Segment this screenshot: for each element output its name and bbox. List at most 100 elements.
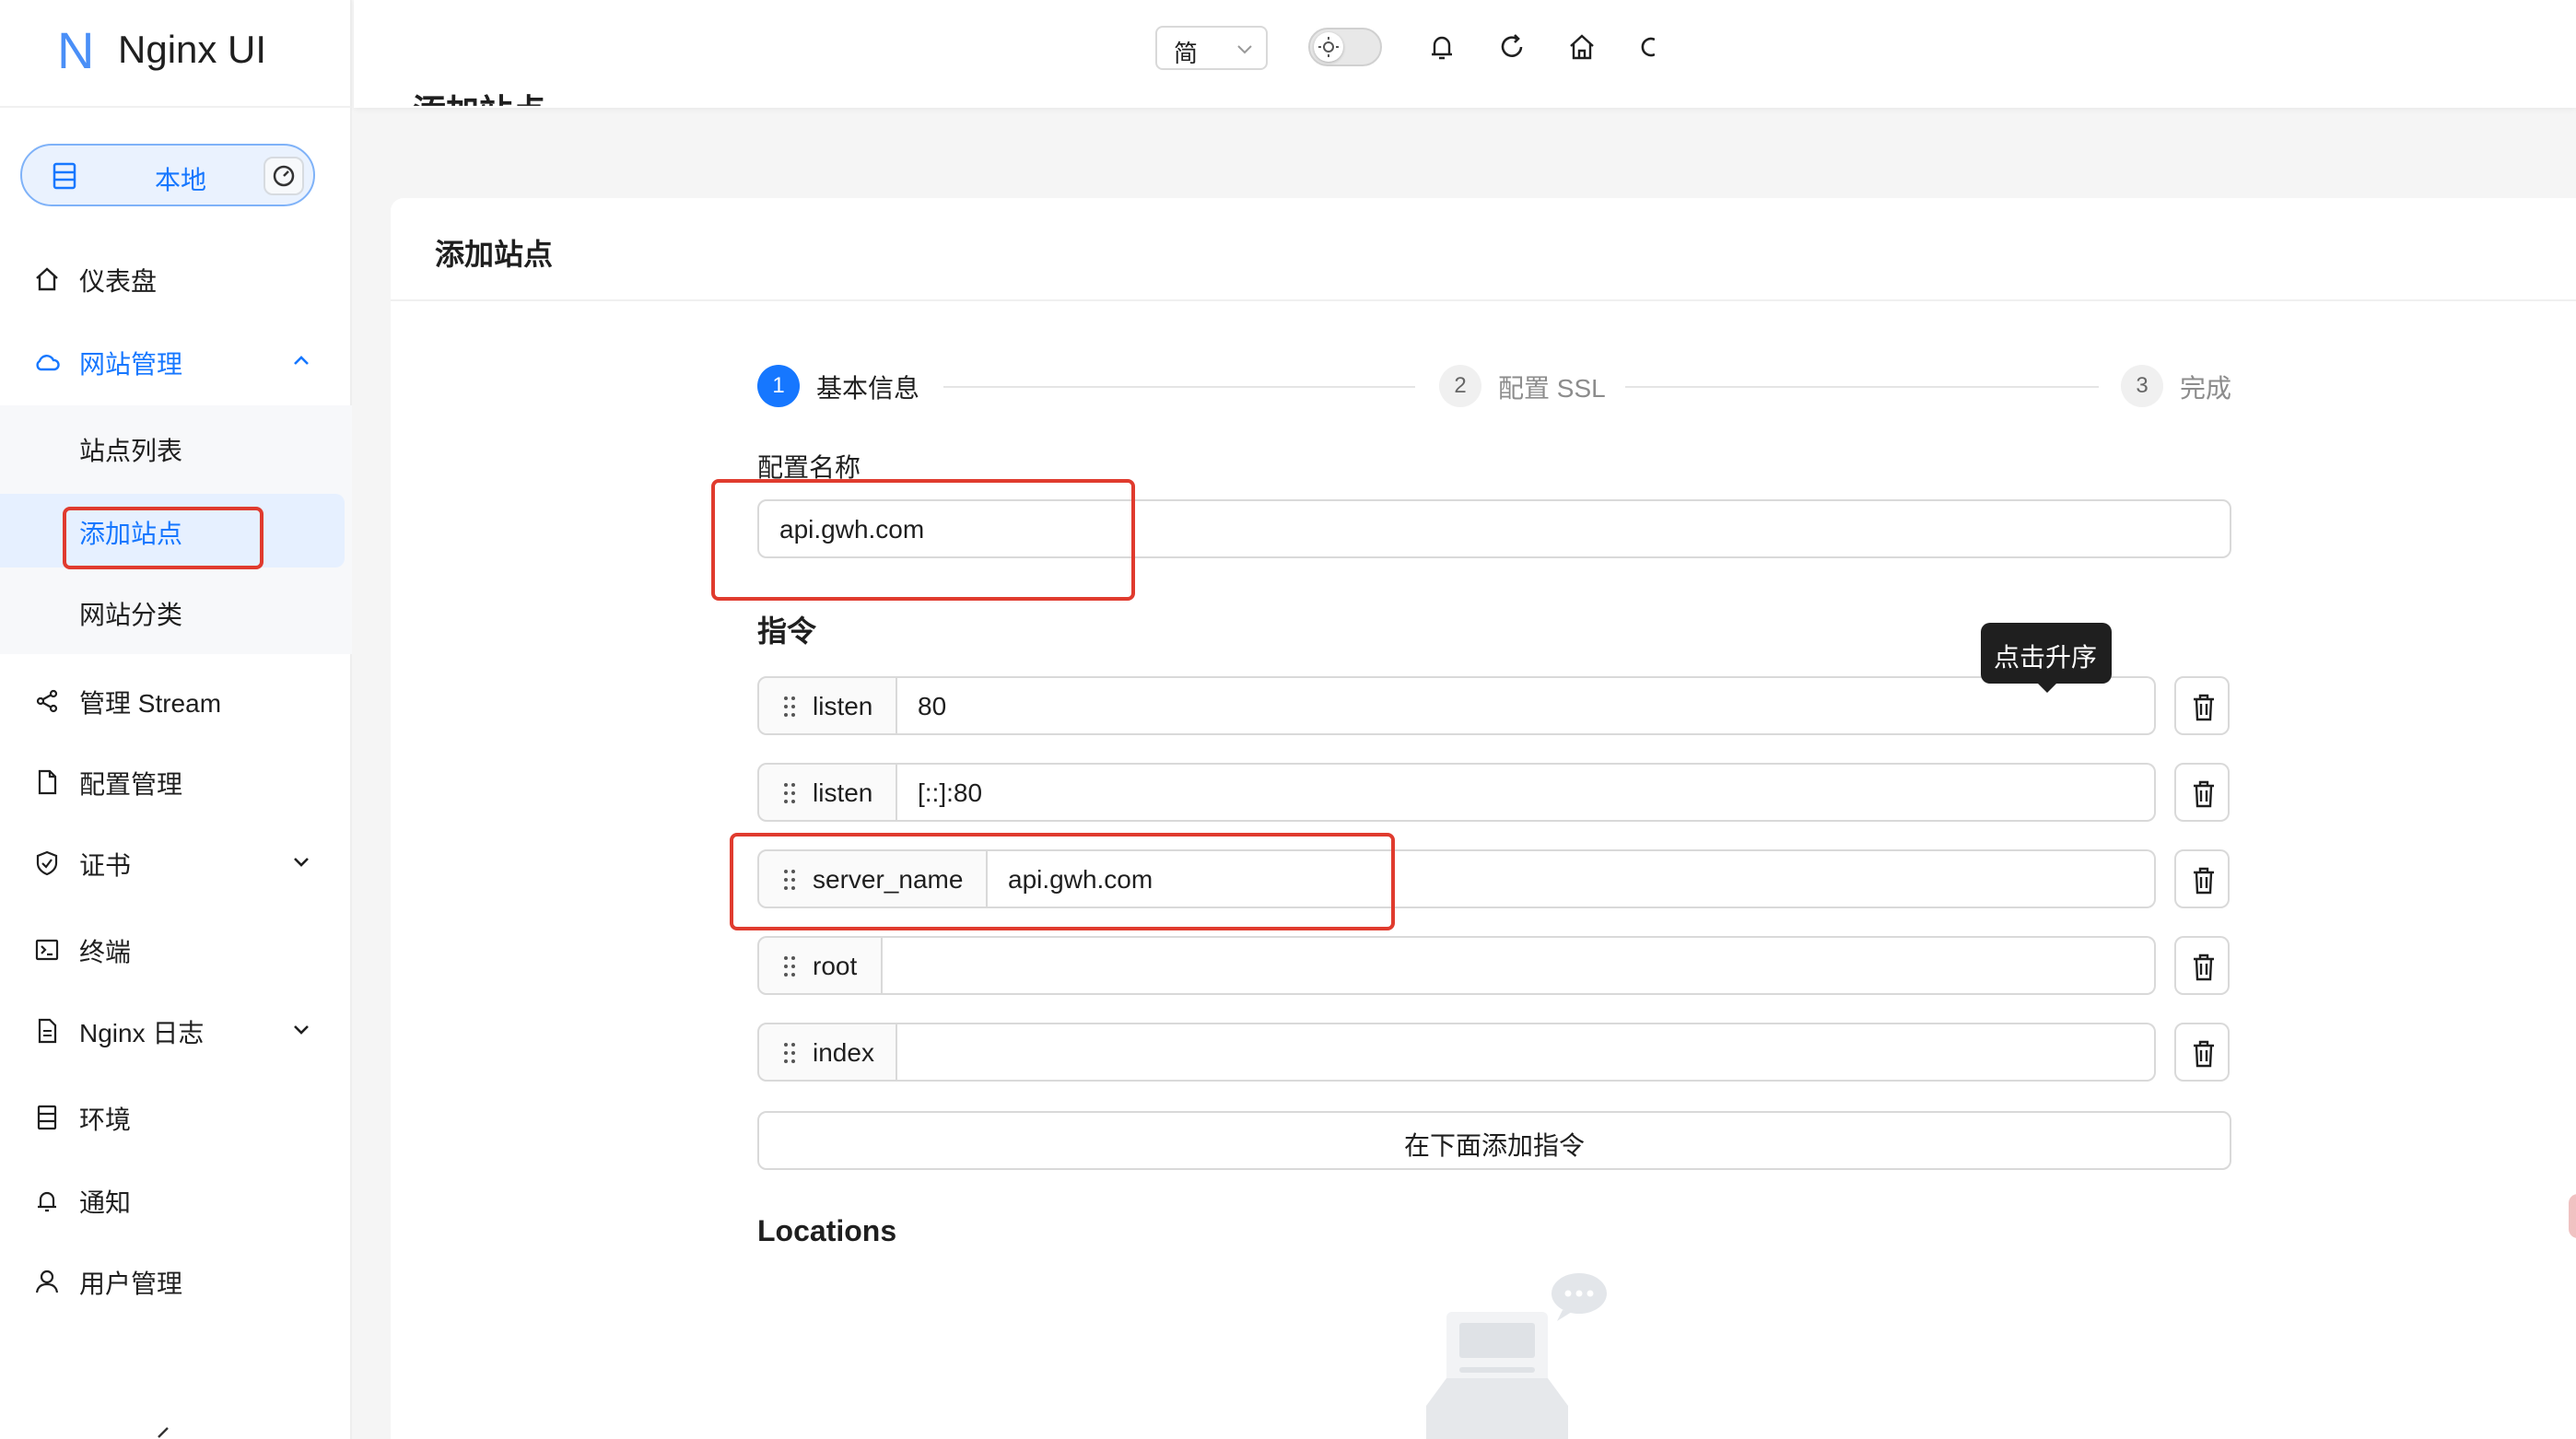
drag-handle-icon[interactable]	[783, 779, 796, 807]
step-3-indicator: 3	[2121, 365, 2163, 407]
sidebar-item-site-category[interactable]: 网站分类	[0, 575, 352, 649]
user-icon	[35, 1269, 59, 1293]
delete-directive-button[interactable]	[2174, 849, 2230, 908]
sidebar-item-label: 站点列表	[79, 437, 183, 465]
sidebar-item-label: 管理 Stream	[79, 689, 222, 718]
directive-value-input[interactable]	[883, 936, 2156, 995]
language-select[interactable]: 简	[1155, 26, 1268, 70]
chevron-up-icon	[294, 356, 309, 365]
top-header: 添加站点 简	[354, 0, 2576, 108]
sidebar-item-label: 证书	[79, 851, 132, 880]
trash-icon	[2194, 953, 2214, 981]
trash-icon	[2194, 694, 2214, 721]
sidebar-item-stream[interactable]: 管理 Stream	[0, 663, 352, 737]
directive-name-addon[interactable]: index	[757, 1023, 897, 1082]
sidebar-item-nginx-log[interactable]: Nginx 日志	[0, 993, 352, 1067]
trash-icon	[2194, 1040, 2214, 1068]
delete-directive-button[interactable]	[2174, 936, 2230, 995]
delete-directive-button[interactable]	[2174, 676, 2230, 735]
sidebar-item-site-management[interactable]: 网站管理	[0, 324, 352, 398]
theme-toggle[interactable]	[1308, 28, 1382, 66]
step-2-indicator: 2	[1439, 365, 1481, 407]
trash-icon	[2194, 780, 2214, 808]
sidebar-item-dashboard[interactable]: 仪表盘	[0, 241, 352, 315]
directive-row: listen [::]:80	[757, 763, 2230, 822]
directive-name-addon[interactable]: listen	[757, 763, 897, 822]
highlight-box-add-site	[63, 507, 263, 569]
sun-icon	[1318, 37, 1339, 57]
locations-title: Locations	[757, 1214, 897, 1247]
empty-inbox-icon	[1426, 1273, 1607, 1439]
chevron-down-icon	[294, 1025, 309, 1035]
sidebar-item-terminal[interactable]: 终端	[0, 912, 352, 986]
shield-icon	[36, 850, 58, 876]
card-title: 添加站点	[435, 238, 554, 271]
app-title: Nginx UI	[118, 28, 267, 71]
drag-handle-icon[interactable]	[783, 693, 796, 720]
add-directive-button[interactable]: 在下面添加指令	[757, 1111, 2231, 1170]
log-file-icon	[38, 1018, 57, 1044]
sidebar-item-site-list[interactable]: 站点列表	[0, 411, 352, 485]
home-icon	[36, 267, 58, 291]
drag-handle-icon[interactable]	[783, 1039, 796, 1067]
sidebar-item-notification[interactable]: 通知	[0, 1163, 352, 1236]
drag-handle-icon[interactable]	[783, 953, 796, 980]
chevron-down-icon	[294, 858, 309, 867]
directive-name-addon[interactable]: listen	[757, 676, 897, 735]
server-icon	[37, 1105, 57, 1130]
app-logo[interactable]: N Nginx UI	[0, 0, 352, 108]
directive-row: root	[757, 936, 2230, 995]
sidebar-item-environment[interactable]: 环境	[0, 1080, 352, 1153]
sidebar-item-label: Nginx 日志	[79, 1019, 205, 1047]
sidebar: N Nginx UI 本地 仪表盘 网站管理 站点列表 添加站点 网站分类 管理…	[0, 0, 352, 1439]
logout-icon[interactable]	[1636, 31, 1655, 63]
collapse-sidebar-icon[interactable]	[155, 1426, 175, 1439]
step-connector	[943, 386, 1415, 388]
step-1-label: 基本信息	[816, 374, 920, 403]
theme-toggle-knob	[1314, 32, 1343, 62]
database-icon	[53, 162, 76, 190]
add-directive-label: 在下面添加指令	[1403, 1131, 1585, 1160]
sidebar-item-label: 仪表盘	[79, 267, 158, 296]
sidebar-item-config[interactable]: 配置管理	[0, 744, 352, 818]
directive-row: index	[757, 1023, 2230, 1082]
directive-value-input[interactable]: [::]:80	[897, 763, 2156, 822]
sidebar-item-label: 网站管理	[79, 350, 183, 379]
sidebar-item-label: 网站分类	[79, 601, 183, 629]
tooltip-arrow	[2036, 682, 2058, 693]
environment-selector[interactable]: 本地	[20, 144, 315, 206]
directive-name-addon[interactable]: root	[757, 936, 883, 995]
dashboard-gauge-icon[interactable]	[263, 157, 304, 195]
bell-icon	[38, 1191, 56, 1212]
tooltip-text: 点击升序	[1994, 643, 2098, 672]
directive-row: listen 80	[757, 676, 2230, 735]
delete-directive-button[interactable]	[2174, 1023, 2230, 1082]
sidebar-item-label: 环境	[79, 1106, 132, 1134]
directive-value: [::]:80	[918, 778, 983, 807]
directive-name: listen	[813, 692, 873, 720]
directive-name: listen	[813, 778, 873, 807]
floating-edge-tab[interactable]	[2569, 1194, 2576, 1238]
terminal-icon	[35, 939, 59, 961]
environment-label: 本地	[155, 166, 207, 194]
sort-tooltip: 点击升序	[1981, 623, 2112, 693]
step-3-label: 完成	[2180, 374, 2232, 403]
sidebar-item-certificate[interactable]: 证书	[0, 825, 352, 899]
directive-value: 80	[918, 692, 947, 720]
refresh-icon[interactable]	[1496, 31, 1528, 63]
home-icon[interactable]	[1566, 31, 1598, 63]
directive-value-input[interactable]	[897, 1023, 2156, 1082]
page-title: 添加站点	[413, 92, 546, 130]
delete-directive-button[interactable]	[2174, 763, 2230, 822]
trash-icon	[2194, 867, 2214, 895]
chevron-down-icon	[1237, 45, 1252, 54]
directive-value-input[interactable]: 80	[897, 676, 2156, 735]
sidebar-item-users[interactable]: 用户管理	[0, 1244, 352, 1317]
bell-icon[interactable]	[1426, 31, 1458, 63]
sidebar-item-label: 用户管理	[79, 1269, 183, 1298]
language-value: 简	[1174, 40, 1199, 67]
highlight-box-server-name	[730, 833, 1395, 930]
directives-title: 指令	[757, 614, 817, 648]
sidebar-item-label: 配置管理	[79, 770, 183, 799]
directive-name: root	[813, 952, 858, 980]
